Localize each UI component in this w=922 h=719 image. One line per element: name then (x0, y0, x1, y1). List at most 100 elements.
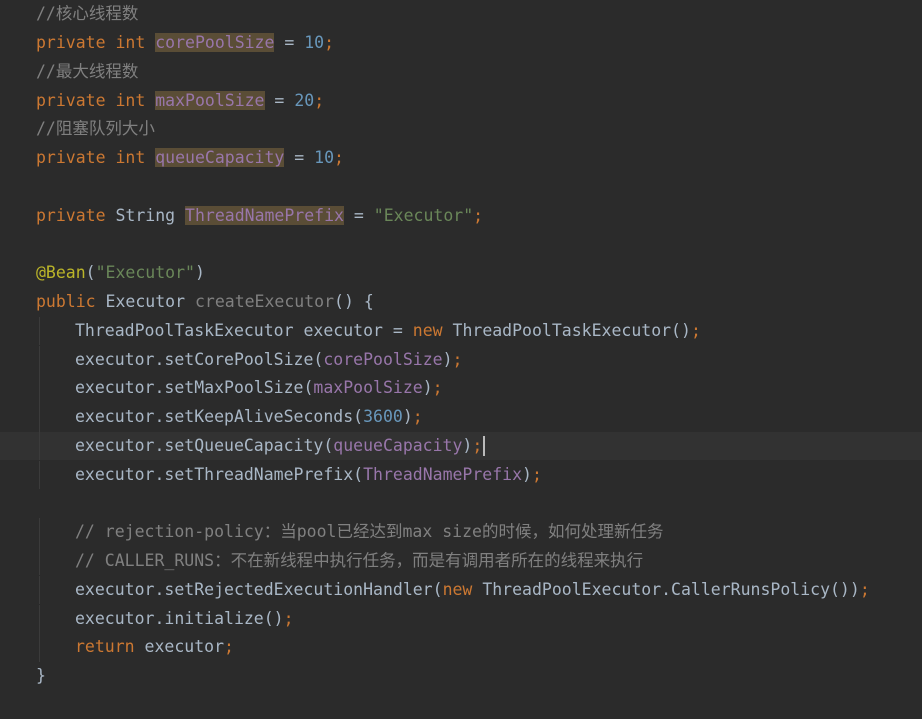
operator: = (343, 205, 374, 225)
number-literal: 10 (304, 33, 325, 52)
number-literal: 10 (314, 148, 335, 167)
code-text: executor.setCorePoolSize( (75, 349, 324, 369)
semicolon: ; (412, 407, 423, 426)
paren: ) (194, 263, 205, 282)
keyword: public (36, 292, 106, 311)
indent-guide (36, 633, 75, 662)
string-literal: "Executor" (95, 263, 195, 282)
code-line-17[interactable]: executor.setThreadNamePrefix(ThreadNameP… (0, 460, 922, 490)
semicolon: ; (314, 90, 325, 110)
field-name: corePoolSize (155, 33, 275, 52)
operator: = (274, 33, 305, 52)
code-line-6[interactable]: private int queueCapacity = 10; (0, 144, 922, 173)
field-name: queueCapacity (155, 148, 285, 167)
code-text: executor.setMaxPoolSize( (75, 378, 314, 397)
code-line-12[interactable]: ThreadPoolTaskExecutor executor = new Th… (0, 316, 922, 346)
indent-guide (36, 604, 75, 634)
indent-guide (36, 575, 75, 605)
text-caret (483, 436, 486, 456)
code-line-8[interactable]: private String ThreadNamePrefix = "Execu… (0, 202, 922, 231)
code-line-5[interactable]: //阻塞队列大小 (0, 115, 922, 144)
closing-brace: } (36, 666, 46, 685)
keyword: private int (36, 33, 156, 52)
keyword: private (36, 205, 116, 225)
semicolon: ; (531, 464, 542, 484)
code-line-15[interactable]: executor.setKeepAliveSeconds(3600); (0, 403, 922, 432)
semicolon: ; (690, 320, 701, 340)
code-line-3[interactable]: //最大线程数 (0, 58, 922, 87)
semicolon: ; (472, 435, 483, 455)
comment: //阻塞队列大小 (36, 119, 155, 138)
type-name: Executor (105, 292, 195, 311)
code-line-1[interactable]: //核心线程数 (0, 0, 922, 29)
field-ref: maxPoolSize (313, 378, 423, 397)
paren: ( (85, 263, 96, 282)
code-text: ThreadPoolTaskExecutor executor = (75, 320, 413, 340)
keyword: private int (36, 148, 156, 167)
semicolon: ; (452, 349, 463, 369)
code-line-13[interactable]: executor.setCorePoolSize(corePoolSize); (0, 345, 922, 375)
keyword: private int (36, 90, 156, 110)
method-name: createExecutor (194, 292, 335, 311)
semicolon: ; (334, 148, 344, 167)
code-line-16-current[interactable]: executor.setQueueCapacity(queueCapacity)… (0, 431, 922, 461)
semicolon: ; (859, 579, 870, 599)
indent-guide (36, 431, 75, 461)
code-line-10[interactable]: @Bean("Executor") (0, 259, 922, 288)
code-line-2[interactable]: private int corePoolSize = 10; (0, 29, 922, 58)
operator: = (264, 90, 295, 110)
method-signature-rest: () { (334, 292, 374, 311)
code-text: ) (442, 349, 453, 369)
comment: //核心线程数 (36, 4, 139, 23)
code-editor[interactable]: //核心线程数 private int corePoolSize = 10; /… (0, 0, 922, 719)
semicolon: ; (283, 608, 294, 628)
number-literal: 20 (294, 90, 315, 110)
field-ref: queueCapacity (333, 435, 463, 455)
indent-guide (36, 518, 75, 547)
code-line-14[interactable]: executor.setMaxPoolSize(maxPoolSize); (0, 374, 922, 403)
type-name: String (115, 205, 186, 225)
indent-guide (36, 345, 75, 375)
indent-guide (36, 403, 75, 432)
semicolon: ; (432, 378, 443, 397)
semicolon: ; (324, 33, 335, 52)
code-text: executor.initialize() (75, 608, 284, 628)
code-line-22[interactable]: executor.initialize(); (0, 604, 922, 634)
indent-guide (36, 374, 75, 403)
field-name: ThreadNamePrefix (185, 205, 344, 225)
field-name: maxPoolSize (155, 90, 265, 110)
code-line-20[interactable]: // CALLER_RUNS：不在新线程中执行任务，而是有调用者所在的线程来执行 (0, 546, 922, 576)
code-text: ) (402, 407, 413, 426)
code-text: executor.setRejectedExecutionHandler( (75, 579, 443, 599)
keyword: new (412, 320, 453, 340)
code-text: executor.setQueueCapacity( (75, 435, 334, 455)
number-literal: 3600 (363, 407, 403, 426)
indent-guide (36, 460, 75, 490)
field-ref: corePoolSize (323, 349, 443, 369)
code-line-19[interactable]: // rejection-policy：当pool已经达到max size的时候… (0, 518, 922, 547)
code-text: ) (422, 378, 433, 397)
string-literal: "Executor" (373, 205, 474, 225)
comment: // CALLER_RUNS：不在新线程中执行任务，而是有调用者所在的线程来执行 (75, 550, 644, 570)
annotation: @Bean (36, 263, 86, 282)
comment: //最大线程数 (36, 61, 139, 81)
code-text: ThreadPoolTaskExecutor() (452, 320, 691, 340)
keyword: new (442, 579, 483, 599)
code-line-21[interactable]: executor.setRejectedExecutionHandler(new… (0, 575, 922, 605)
indent-guide (36, 316, 75, 346)
code-text: executor.setThreadNamePrefix( (75, 464, 364, 484)
code-text: ) (462, 435, 473, 455)
code-text: ThreadPoolExecutor.CallerRunsPolicy()) (482, 579, 860, 599)
field-ref: ThreadNamePrefix (363, 464, 523, 484)
semicolon: ; (224, 637, 234, 656)
code-line-11[interactable]: public Executor createExecutor() { (0, 288, 922, 317)
code-line-23[interactable]: return executor; (0, 633, 922, 662)
code-text: executor.setKeepAliveSeconds( (75, 407, 364, 426)
code-text: executor (144, 637, 225, 656)
code-line-24[interactable]: } (0, 662, 922, 691)
comment: // rejection-policy：当pool已经达到max size的时候… (75, 522, 664, 541)
code-line-4[interactable]: private int maxPoolSize = 20; (0, 87, 922, 116)
indent-guide (36, 546, 75, 576)
semicolon: ; (473, 205, 484, 225)
keyword: return (75, 637, 145, 656)
